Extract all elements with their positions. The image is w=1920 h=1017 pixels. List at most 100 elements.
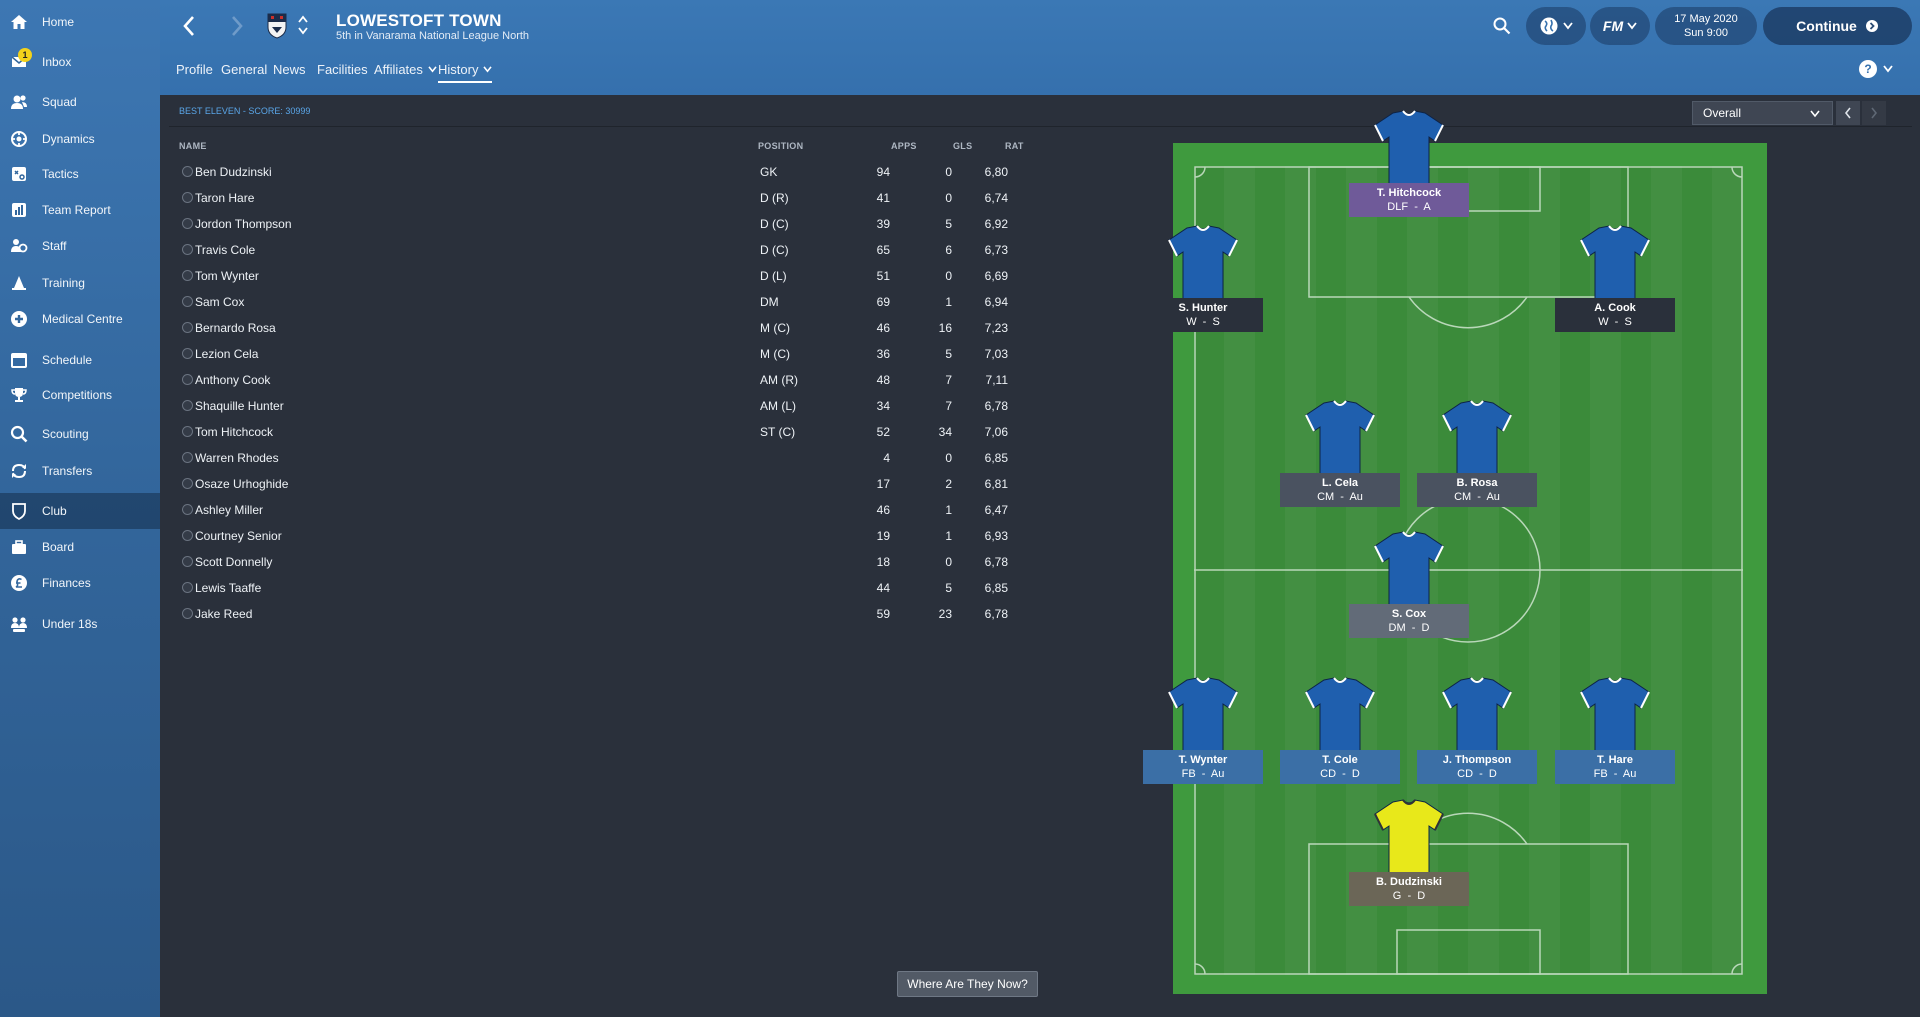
player-name-cell[interactable]: Shaquille Hunter bbox=[195, 399, 284, 413]
column-header-position[interactable]: POSITION bbox=[758, 141, 803, 151]
sidebar-item-dynamics[interactable]: Dynamics bbox=[0, 121, 160, 157]
player-name-cell[interactable]: Jordon Thompson bbox=[195, 217, 292, 231]
player-select-radio[interactable] bbox=[182, 270, 193, 281]
table-row[interactable]: Lezion Cela M (C) 36 5 7,03 bbox=[178, 341, 1038, 367]
column-header-rating[interactable]: RAT bbox=[1005, 141, 1024, 151]
sidebar-item-inbox[interactable]: 1 Inbox bbox=[0, 44, 160, 80]
player-select-radio[interactable] bbox=[182, 322, 193, 333]
tab-general[interactable]: General bbox=[221, 62, 267, 77]
player-select-radio[interactable] bbox=[182, 426, 193, 437]
table-row[interactable]: Anthony Cook AM (R) 48 7 7,11 bbox=[178, 367, 1038, 393]
club-switch-arrows[interactable] bbox=[296, 12, 310, 38]
table-row[interactable]: Ashley Miller 46 1 6,47 bbox=[178, 497, 1038, 523]
player-name-cell[interactable]: Lewis Taaffe bbox=[195, 581, 261, 595]
player-name-cell[interactable]: Travis Cole bbox=[195, 243, 255, 257]
player-name-cell[interactable]: Lezion Cela bbox=[195, 347, 258, 361]
where-are-they-now-button[interactable]: Where Are They Now? bbox=[897, 971, 1038, 997]
player-select-radio[interactable] bbox=[182, 504, 193, 515]
table-row[interactable]: Tom Hitchcock ST (C) 52 34 7,06 bbox=[178, 419, 1038, 445]
sidebar-item-scouting[interactable]: Scouting bbox=[0, 416, 160, 452]
pitch-player[interactable]: S. Hunter W - S bbox=[1143, 218, 1263, 332]
back-button[interactable] bbox=[178, 14, 200, 38]
tab-facilities[interactable]: Facilities bbox=[317, 62, 368, 77]
sidebar-item-under-18s[interactable]: Under 18s bbox=[0, 606, 160, 642]
sidebar-item-team-report[interactable]: Team Report bbox=[0, 192, 160, 228]
table-row[interactable]: Osaze Urhoghide 17 2 6,81 bbox=[178, 471, 1038, 497]
table-row[interactable]: Jake Reed 59 23 6,78 bbox=[178, 601, 1038, 627]
player-select-radio[interactable] bbox=[182, 608, 193, 619]
pitch-player[interactable]: L. Cela CM - Au bbox=[1280, 393, 1400, 507]
sidebar-item-transfers[interactable]: Transfers bbox=[0, 453, 160, 489]
player-name-cell[interactable]: Warren Rhodes bbox=[195, 451, 279, 465]
player-name-cell[interactable]: Ashley Miller bbox=[195, 503, 263, 517]
player-name-cell[interactable]: Osaze Urhoghide bbox=[195, 477, 288, 491]
pitch-player[interactable]: S. Cox DM - D bbox=[1349, 524, 1469, 638]
player-select-radio[interactable] bbox=[182, 530, 193, 541]
player-name-cell[interactable]: Courtney Senior bbox=[195, 529, 282, 543]
tab-affiliates[interactable]: Affiliates bbox=[374, 62, 437, 77]
previous-page-button[interactable] bbox=[1836, 101, 1860, 125]
pitch-player[interactable]: J. Thompson CD - D bbox=[1417, 670, 1537, 784]
table-row[interactable]: Travis Cole D (C) 65 6 6,73 bbox=[178, 237, 1038, 263]
player-select-radio[interactable] bbox=[182, 582, 193, 593]
forward-button[interactable] bbox=[226, 14, 248, 38]
tab-history[interactable]: History bbox=[438, 62, 493, 83]
player-select-radio[interactable] bbox=[182, 348, 193, 359]
table-row[interactable]: Ben Dudzinski GK 94 0 6,80 bbox=[178, 159, 1038, 185]
player-name-cell[interactable]: Tom Wynter bbox=[195, 269, 259, 283]
column-header-name[interactable]: NAME bbox=[179, 141, 207, 151]
sidebar-item-squad[interactable]: Squad bbox=[0, 84, 160, 120]
table-row[interactable]: Scott Donnelly 18 0 6,78 bbox=[178, 549, 1038, 575]
player-select-radio[interactable] bbox=[182, 556, 193, 567]
table-row[interactable]: Taron Hare D (R) 41 0 6,74 bbox=[178, 185, 1038, 211]
overall-filter-select[interactable]: Overall bbox=[1692, 101, 1833, 125]
pitch-player[interactable]: T. Wynter FB - Au bbox=[1143, 670, 1263, 784]
fm-menu-button[interactable]: FM bbox=[1590, 7, 1650, 45]
search-button[interactable] bbox=[1490, 14, 1514, 38]
table-row[interactable]: Courtney Senior 19 1 6,93 bbox=[178, 523, 1038, 549]
table-row[interactable]: Warren Rhodes 4 0 6,85 bbox=[178, 445, 1038, 471]
player-name-cell[interactable]: Sam Cox bbox=[195, 295, 244, 309]
table-row[interactable]: Sam Cox DM 69 1 6,94 bbox=[178, 289, 1038, 315]
column-header-apps[interactable]: APPS bbox=[891, 141, 917, 151]
player-name-cell[interactable]: Tom Hitchcock bbox=[195, 425, 273, 439]
sidebar-item-medical-centre[interactable]: Medical Centre bbox=[0, 301, 160, 337]
player-select-radio[interactable] bbox=[182, 218, 193, 229]
pitch-player[interactable]: T. Hitchcock DLF - A bbox=[1349, 103, 1469, 217]
table-row[interactable]: Jordon Thompson D (C) 39 5 6,92 bbox=[178, 211, 1038, 237]
player-select-radio[interactable] bbox=[182, 166, 193, 177]
player-name-cell[interactable]: Scott Donnelly bbox=[195, 555, 272, 569]
player-select-radio[interactable] bbox=[182, 296, 193, 307]
pitch-player[interactable]: T. Cole CD - D bbox=[1280, 670, 1400, 784]
table-row[interactable]: Bernardo Rosa M (C) 46 16 7,23 bbox=[178, 315, 1038, 341]
table-row[interactable]: Tom Wynter D (L) 51 0 6,69 bbox=[178, 263, 1038, 289]
sidebar-item-board[interactable]: Board bbox=[0, 529, 160, 565]
next-page-button[interactable] bbox=[1862, 101, 1886, 125]
tab-news[interactable]: News bbox=[273, 62, 306, 77]
player-select-radio[interactable] bbox=[182, 452, 193, 463]
table-row[interactable]: Lewis Taaffe 44 5 6,85 bbox=[178, 575, 1038, 601]
sidebar-item-tactics[interactable]: Tactics bbox=[0, 156, 160, 192]
sidebar-item-home[interactable]: Home bbox=[0, 4, 160, 40]
sidebar-item-training[interactable]: Training bbox=[0, 265, 160, 301]
pitch-player[interactable]: B. Dudzinski G - D bbox=[1349, 792, 1469, 906]
player-select-radio[interactable] bbox=[182, 192, 193, 203]
pitch-player[interactable]: A. Cook W - S bbox=[1555, 218, 1675, 332]
player-name-cell[interactable]: Taron Hare bbox=[195, 191, 254, 205]
column-header-goals[interactable]: GLS bbox=[953, 141, 972, 151]
player-name-cell[interactable]: Bernardo Rosa bbox=[195, 321, 276, 335]
player-select-radio[interactable] bbox=[182, 244, 193, 255]
player-select-radio[interactable] bbox=[182, 478, 193, 489]
player-select-radio[interactable] bbox=[182, 400, 193, 411]
sidebar-item-schedule[interactable]: Schedule bbox=[0, 342, 160, 378]
player-name-cell[interactable]: Jake Reed bbox=[195, 607, 252, 621]
player-select-radio[interactable] bbox=[182, 374, 193, 385]
sidebar-item-finances[interactable]: Finances bbox=[0, 565, 160, 601]
pitch-player[interactable]: T. Hare FB - Au bbox=[1555, 670, 1675, 784]
player-name-cell[interactable]: Anthony Cook bbox=[195, 373, 270, 387]
club-crest[interactable] bbox=[266, 12, 288, 40]
pitch-player[interactable]: B. Rosa CM - Au bbox=[1417, 393, 1537, 507]
world-menu-button[interactable] bbox=[1526, 7, 1586, 45]
sidebar-item-club[interactable]: Club bbox=[0, 493, 160, 529]
table-row[interactable]: Shaquille Hunter AM (L) 34 7 6,78 bbox=[178, 393, 1038, 419]
